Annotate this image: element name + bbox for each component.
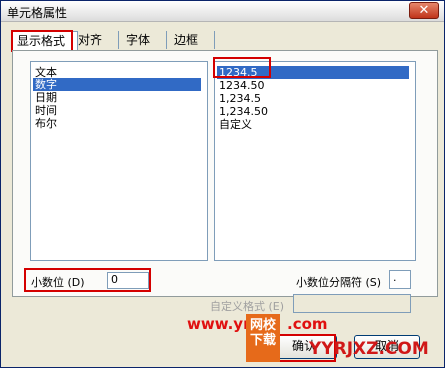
watermark-brand: YYRJXZ.COM	[309, 339, 429, 359]
list-item-label: 1234.50	[219, 79, 265, 92]
list-item-label: 自定义	[219, 118, 252, 131]
separator-value: .	[393, 271, 397, 284]
window-title: 单元格属性	[7, 6, 68, 20]
list-item[interactable]: 1,234.50	[217, 105, 409, 118]
separator-label: 小数位分隔符 (S)	[296, 276, 382, 289]
tab-font[interactable]: 字体	[122, 31, 167, 49]
type-list[interactable]: 文本 数字 日期 时间 布尔	[30, 61, 208, 261]
list-item-label: 1,234.5	[219, 92, 261, 105]
list-item-label: 时间	[35, 104, 57, 117]
watermark-logo: 网校下载	[246, 314, 280, 362]
close-icon: ✕	[418, 3, 430, 18]
tab-alignment[interactable]: 对齐	[74, 31, 119, 49]
list-item-label: 1,234.50	[219, 105, 268, 118]
list-item-label: 日期	[35, 91, 57, 104]
list-item-selected[interactable]: 1234.5	[217, 66, 409, 79]
list-item[interactable]: 1,234.5	[217, 92, 409, 105]
decimals-value: 0	[111, 273, 118, 286]
watermark-url: www.yr	[187, 315, 251, 333]
watermark-com: .com	[287, 315, 328, 333]
custom-format-input[interactable]	[293, 294, 411, 313]
list-item-label: 1234.5	[219, 66, 258, 79]
list-item[interactable]: 1234.50	[217, 79, 409, 92]
close-button[interactable]: ✕	[409, 2, 439, 19]
list-item-selected[interactable]: 数字	[33, 78, 201, 91]
list-item-label: 布尔	[35, 117, 57, 130]
tab-display-format-label: 显示格式	[17, 34, 66, 48]
title-bar[interactable]: 单元格属性 ✕	[1, 1, 444, 22]
format-list[interactable]: 1234.5 1234.50 1,234.5 1,234.50 自定义	[214, 61, 416, 261]
tab-border-label: 边框	[174, 33, 199, 47]
tab-alignment-label: 对齐	[78, 33, 103, 47]
tab-display-format[interactable]: 显示格式	[12, 31, 78, 52]
list-item-label: 数字	[35, 78, 57, 91]
decimals-label: 小数位 (D)	[31, 276, 85, 289]
tab-font-label: 字体	[126, 33, 151, 47]
watermark-logo-text: 网校下载	[249, 318, 276, 348]
decimals-input[interactable]: 0	[107, 272, 149, 289]
list-item[interactable]: 时间	[33, 104, 201, 117]
list-item[interactable]: 布尔	[33, 117, 201, 130]
custom-format-label: 自定义格式 (E)	[210, 300, 285, 313]
list-item[interactable]: 自定义	[217, 118, 409, 131]
separator-input[interactable]: .	[389, 270, 411, 289]
list-item[interactable]: 日期	[33, 91, 201, 104]
cell-properties-dialog: 单元格属性 ✕ 显示格式 对齐 字体 边框 文本 数字 日期 时间 布尔 123…	[0, 0, 445, 368]
tab-border[interactable]: 边框	[170, 31, 215, 49]
